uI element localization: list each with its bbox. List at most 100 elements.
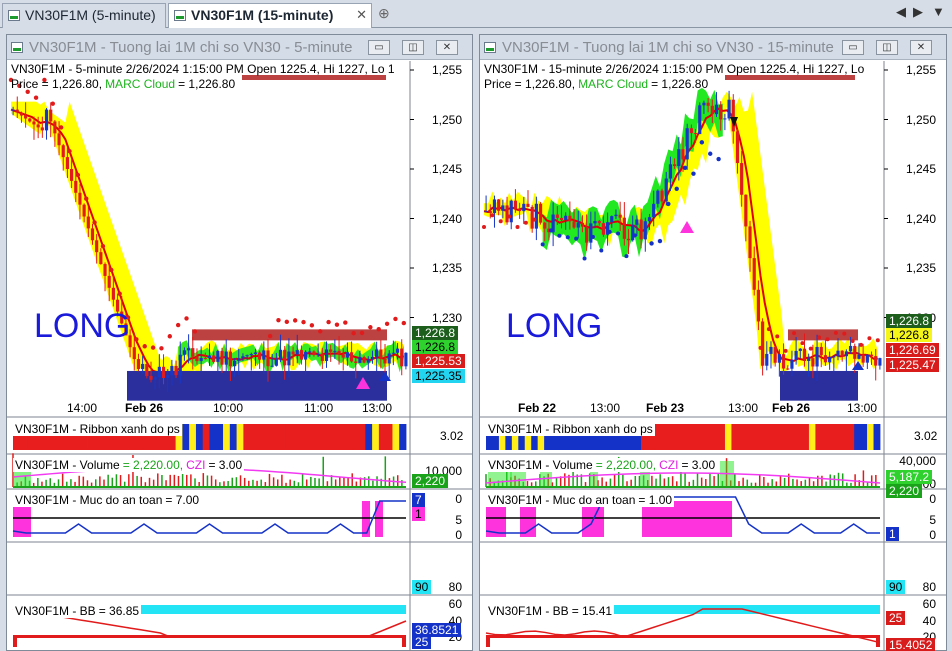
ribbon-segment — [763, 424, 771, 450]
resistance-zone — [788, 329, 858, 341]
price-tick-label: 1,240 — [905, 211, 936, 226]
scroll-left-icon[interactable]: ◀ — [896, 4, 906, 20]
candle-body — [840, 350, 844, 357]
candle-body — [11, 109, 15, 111]
chart-header-info: VN30F1M - 5-minute 2/26/2024 1:15:00 PM … — [11, 62, 395, 76]
candle-body — [245, 355, 249, 357]
close-button[interactable]: ✕ — [910, 40, 932, 55]
app-window: VN30F1M (5-minute) VN30F1M (15-minute) ✕ … — [0, 0, 952, 651]
trail-stop-dot — [590, 234, 595, 239]
candle-body — [166, 375, 170, 378]
candle-body — [74, 180, 78, 193]
ribbon-segment — [236, 424, 244, 450]
candle-body — [585, 226, 589, 243]
trail-stop-dot — [574, 236, 579, 241]
new-tab-icon[interactable]: ⊕ — [378, 5, 390, 22]
candle-body — [668, 164, 673, 179]
tab-15-minute[interactable]: VN30F1M (15-minute) ✕ — [168, 3, 372, 28]
safety-tick-label: 5 — [929, 513, 936, 527]
ribbon-segment — [216, 424, 224, 450]
scroll-right-icon[interactable]: ▶ — [913, 4, 923, 20]
price-tag: 1,225.47 — [886, 358, 939, 372]
candle-body — [44, 109, 49, 131]
price-tag: 1,225.35 — [412, 369, 465, 383]
ribbon-segment — [338, 424, 346, 450]
ribbon-segment — [223, 424, 231, 450]
candle-body — [526, 203, 530, 207]
minimize-button[interactable]: ▭ — [368, 40, 390, 55]
bb-tick-label: 60 — [922, 597, 936, 611]
bb-label: VN30F1M - BB — [488, 604, 569, 618]
ribbon-segment — [789, 424, 797, 450]
trail-stop-dot — [657, 238, 663, 244]
trail-stop-dot — [825, 337, 830, 342]
candle-body — [656, 190, 660, 204]
bb-tag: 25 — [886, 611, 906, 625]
price-tag: 1,226.8 — [412, 326, 459, 340]
trail-stop-dot — [565, 235, 570, 240]
ribbon-segment — [796, 424, 803, 450]
candle-body — [848, 345, 853, 352]
candle-body — [57, 133, 61, 146]
time-label: Feb 26 — [125, 401, 164, 415]
price-tick-label: 1,245 — [905, 162, 936, 176]
candle-body — [761, 321, 765, 366]
ribbon-segment — [250, 424, 258, 450]
ribbon-segment — [679, 424, 687, 450]
candle-body — [673, 164, 677, 167]
candle-body — [65, 157, 70, 169]
ribbon-segment — [229, 424, 238, 450]
candle-body — [748, 226, 752, 259]
trail-stop-dot — [334, 322, 340, 327]
close-button[interactable]: ✕ — [436, 40, 458, 55]
candle-body — [706, 102, 710, 106]
bb-label: VN30F1M - BB — [15, 604, 96, 618]
chart-plot-area[interactable]: 1,2551,2501,2451,2401,2351,2301,226.81,2… — [7, 61, 472, 651]
candle-body — [287, 351, 291, 366]
candle-body — [677, 149, 681, 167]
ribbon-segment — [243, 424, 251, 450]
ribbon-segment — [802, 424, 810, 450]
candle-body — [345, 352, 349, 358]
candle-body — [543, 222, 547, 229]
candle-body — [40, 127, 44, 131]
signal-triangle — [680, 221, 694, 233]
trail-stop-dot — [318, 329, 323, 334]
chart-plot-area[interactable]: 1,2551,2501,2451,2401,2351,2301,226.81,2… — [480, 61, 946, 651]
ribbon-segment — [345, 424, 353, 450]
minimize-button[interactable]: ▭ — [842, 40, 864, 55]
candle-body — [141, 363, 145, 369]
candle-body — [710, 105, 714, 115]
candle-body — [719, 104, 723, 120]
candle-body — [278, 349, 283, 359]
tab-5-minute[interactable]: VN30F1M (5-minute) — [2, 3, 166, 28]
ribbon-segment — [705, 424, 713, 450]
restore-icon: ◫ — [882, 42, 892, 53]
ribbon-segment — [750, 424, 758, 450]
ribbon-segment — [673, 424, 681, 450]
tab-menu-icon[interactable]: ▼ — [932, 4, 945, 19]
chart-canvas[interactable] — [480, 61, 946, 651]
trail-stop-dot — [351, 331, 356, 336]
candle-body — [622, 217, 626, 239]
safety-tick-label: 0 — [455, 528, 462, 542]
candle-body — [647, 217, 652, 222]
close-tab-icon[interactable]: ✕ — [356, 4, 367, 26]
trail-stop-dot — [708, 151, 713, 156]
ribbon-segment — [737, 424, 745, 450]
trail-stop-dot — [490, 213, 495, 218]
candle-body — [660, 190, 664, 202]
chart-canvas[interactable] — [7, 61, 472, 651]
candle-body — [337, 350, 341, 355]
candle-body — [522, 203, 526, 212]
safety-tag: 1 — [886, 527, 899, 541]
candle-body — [333, 350, 337, 352]
restore-button[interactable]: ◫ — [402, 40, 424, 55]
candle-body — [61, 145, 65, 158]
candle-body — [53, 121, 57, 134]
ribbon-segment — [744, 424, 752, 450]
trail-stop-dot — [184, 316, 189, 321]
restore-button[interactable]: ◫ — [876, 40, 898, 55]
candle-body — [187, 348, 191, 351]
long-annotation: LONG — [34, 307, 131, 345]
